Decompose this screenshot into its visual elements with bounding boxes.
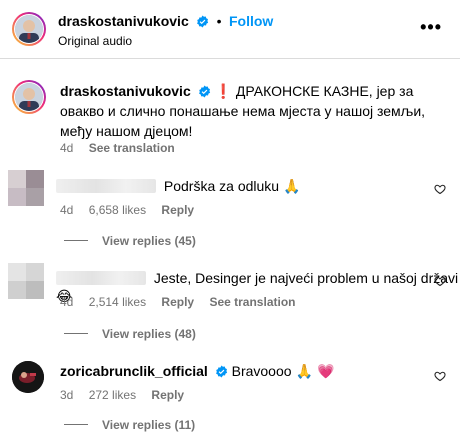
comment-avatar[interactable] (8, 170, 44, 206)
replies-divider (64, 424, 88, 425)
post-header: draskostanivukovic • Follow Original aud… (0, 0, 460, 59)
comment-meta: 4d 6,658 likes Reply (60, 203, 195, 217)
audio-subtitle[interactable]: Original audio (58, 34, 132, 48)
replies-divider (64, 333, 88, 334)
exclamation-icon: ❗ (214, 83, 232, 99)
view-replies-button[interactable]: View replies (45) (64, 234, 196, 248)
blurred-username[interactable] (56, 271, 146, 285)
verified-badge-icon (197, 15, 209, 28)
caption-meta: 4d See translation (60, 141, 175, 155)
author-avatar[interactable] (12, 12, 46, 46)
verified-badge-icon (198, 85, 210, 98)
header-username[interactable]: draskostanivukovic (58, 13, 189, 29)
caption: draskostanivukovic ❗ ДРАКОНСКЕ КАЗНЕ, је… (60, 81, 445, 141)
comment-body: Podrška za odluku 🙏 (56, 177, 300, 196)
comment-likes[interactable]: 6,658 likes (89, 203, 146, 217)
view-replies-button[interactable]: View replies (48) (64, 327, 196, 341)
heart-icon[interactable] (434, 370, 446, 382)
comment-avatar[interactable] (12, 361, 44, 393)
view-replies-button[interactable]: View replies (11) (64, 418, 195, 432)
follow-button[interactable]: Follow (229, 13, 273, 29)
more-options-icon[interactable]: ••• (420, 18, 442, 36)
comment-meta: 3d 272 likes Reply (60, 388, 185, 402)
reply-button[interactable]: Reply (161, 295, 194, 309)
comment-meta: 4d 2,514 likes Reply See translation (60, 295, 296, 309)
comment-likes[interactable]: 2,514 likes (89, 295, 146, 309)
avatar-photo-icon (15, 83, 43, 111)
blurred-username[interactable] (56, 179, 156, 193)
avatar-photo-icon (12, 361, 44, 393)
comment-likes[interactable]: 272 likes (89, 388, 136, 402)
comment-avatar[interactable] (8, 263, 44, 299)
reply-button[interactable]: Reply (161, 203, 194, 217)
caption-username[interactable]: draskostanivukovic (60, 83, 191, 99)
reply-button[interactable]: Reply (151, 388, 184, 402)
comment-username[interactable]: zoricabrunclik_official (60, 363, 208, 379)
avatar-photo-icon (15, 15, 43, 43)
comment-body: zoricabrunclik_official Bravoooo 🙏 💗 (60, 363, 335, 380)
separator-dot: • (216, 13, 222, 29)
heart-icon[interactable] (434, 275, 446, 287)
see-translation-button[interactable]: See translation (209, 295, 295, 309)
caption-time[interactable]: 4d (60, 141, 73, 155)
replies-divider (64, 240, 88, 241)
verified-badge-icon (215, 365, 227, 378)
caption-avatar[interactable] (12, 80, 46, 114)
caption-see-translation[interactable]: See translation (89, 141, 175, 155)
heart-icon[interactable] (434, 183, 446, 195)
